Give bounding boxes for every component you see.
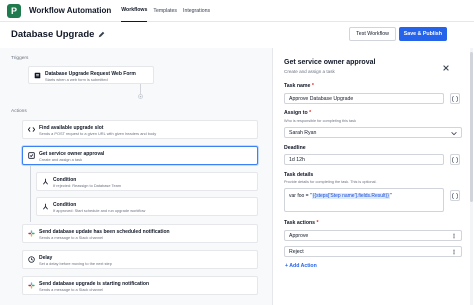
code-icon [28,126,35,133]
variable-button[interactable] [450,154,460,165]
more-icon[interactable] [451,233,457,241]
pencil-icon[interactable] [98,31,105,38]
add-action-button[interactable]: + Add Action [285,263,317,269]
details-label: Task details [284,172,314,178]
action-node-find-slot[interactable]: Find available upgrade slot Sends a POST… [22,120,258,139]
node-sub: Sends a POST request to a given URL with… [39,131,157,136]
trigger-node[interactable]: Database Upgrade Request Web Form Starts… [28,66,154,84]
add-step-button[interactable]: + [138,94,143,99]
panel-title: Get service owner approval [284,59,376,66]
assign-help: Who is responsible for completing this t… [284,119,356,123]
app-title: Workflow Automation [29,6,112,15]
variable-button[interactable] [450,190,460,201]
node-sub: If approved: Start schedule and run upgr… [53,208,146,213]
save-publish-button[interactable]: Save & Publish [398,27,447,41]
nav-integrations[interactable]: Integrations [183,0,210,22]
node-sub: Sends a message to a Slack channel [39,235,104,240]
node-sub: If rejected: Reassign to Database Team [53,183,122,188]
action-node-approval[interactable]: Get service owner approval Create and as… [22,146,258,165]
condition-icon [42,178,49,185]
variable-icon [452,95,458,102]
assign-label: Assign to * [284,110,312,116]
assign-value: Sarah Ryan [289,129,317,136]
variable-pill[interactable]: {{steps['Step name'].fields.Result}} [311,193,390,199]
task-name-label: Task name * [284,83,314,89]
condition-node-rejected[interactable]: Condition If rejected: Reassign to Datab… [36,172,258,191]
details-prefix: var foo = " [289,193,312,199]
actions-label: Actions [11,109,27,114]
triggers-label: Triggers [11,56,29,61]
task-action-reject[interactable]: Reject [284,246,462,257]
action-node-slack-starting[interactable]: Send database upgrade is starting notifi… [22,276,258,295]
deadline-label: Deadline [284,145,306,151]
action-node-slack-scheduled[interactable]: Send database update has been scheduled … [22,224,258,243]
details-help: Provide details for completing the task.… [284,180,377,184]
slack-icon [28,282,35,289]
chevron-down-icon [451,131,457,138]
page-header: Database Upgrade Test Workflow Save & Pu… [0,22,474,46]
deadline-input[interactable]: 1d 12h [284,154,444,165]
variable-button[interactable] [450,93,460,104]
task-actions-label: Task actions * [284,220,319,226]
test-workflow-button[interactable]: Test Workflow [349,27,396,41]
close-icon[interactable] [442,59,450,77]
scrollbar-thumb[interactable] [470,52,473,202]
more-icon[interactable] [451,249,457,257]
task-icon [28,152,35,159]
nav-workflows[interactable]: Workflows [121,0,148,22]
task-action-label: Approve [289,232,309,239]
app-logo[interactable]: P [7,3,21,18]
task-action-approve[interactable]: Approve [284,230,462,241]
panel-divider [272,48,273,305]
nav-templates[interactable]: Templates [153,0,177,22]
details-suffix: " [389,193,392,199]
top-bar: P Workflow Automation Workflows Template… [0,0,474,22]
node-sub: Set a delay before moving to the next st… [39,261,112,266]
main-nav: Workflows Templates Integrations [121,0,216,22]
action-node-delay[interactable]: Delay Set a delay before moving to the n… [22,250,258,269]
node-sub: Create and assign a task [39,157,83,162]
page-title: Database Upgrade [11,28,95,40]
slack-icon [28,230,35,237]
form-icon [34,72,41,79]
clock-icon [28,256,35,263]
panel-subtitle: Create and assign a task [284,69,335,74]
details-textarea[interactable]: var foo = "{{steps['Step name'].fields.R… [284,188,444,212]
trigger-sub: Starts when a web form is submitted [45,77,108,82]
node-sub: Sends a message to a Slack channel [39,287,104,292]
task-action-label: Reject [289,248,304,255]
branch-line [30,165,31,222]
condition-node-approved[interactable]: Condition If approved: Start schedule an… [36,197,258,216]
task-name-input[interactable]: Approve Database Upgrade [284,93,444,104]
assign-select[interactable]: Sarah Ryan [284,127,462,138]
condition-icon [42,203,49,210]
variable-icon [452,156,458,163]
variable-icon [452,192,458,199]
